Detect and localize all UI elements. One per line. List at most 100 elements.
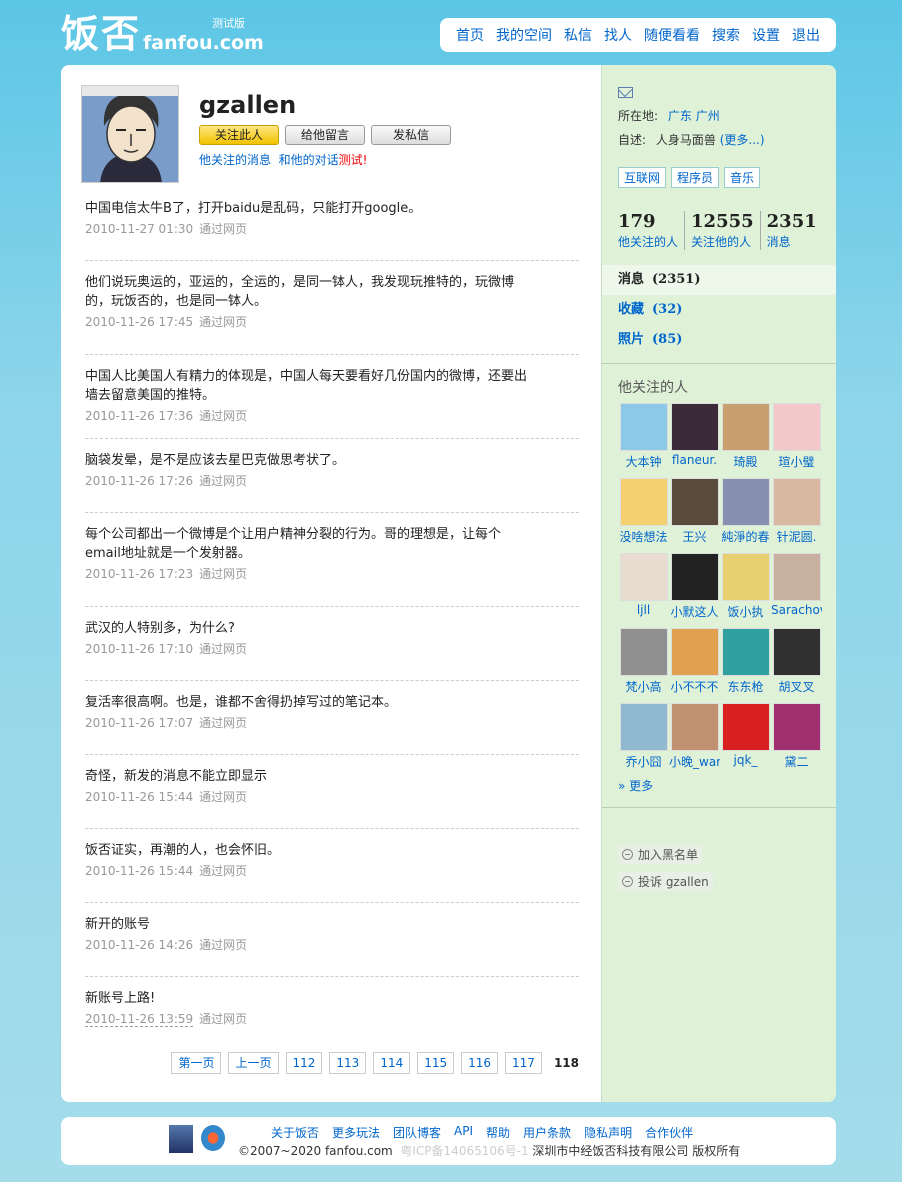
status-time[interactable]: 2010-11-26 15:44 [85,864,193,878]
following-item[interactable]: 乔小囧 [618,703,669,778]
following-avatar[interactable] [619,628,668,676]
following-avatar[interactable] [772,403,821,451]
following-avatar[interactable] [721,628,770,676]
bio-more-link[interactable]: (更多...) [720,133,765,147]
footer-link[interactable]: 更多玩法 [332,1124,380,1141]
pager-prev[interactable]: 上一页 [228,1052,279,1074]
stat-label[interactable]: 关注他的人 [691,233,754,250]
following-avatar[interactable] [670,553,719,601]
following-item[interactable]: 純淨的春 [720,478,771,553]
tag-item[interactable]: 程序员 [671,167,720,188]
status-time[interactable]: 2010-11-26 17:36 [85,409,193,423]
following-avatar[interactable] [670,403,719,451]
sidebar-menu-item[interactable]: 消息 (2351) [602,265,836,295]
following-name[interactable]: 瑄小璧 [771,453,822,470]
stat-item[interactable]: 2351 消息 [767,211,823,250]
nav-item-1[interactable]: 我的空间 [496,25,552,45]
following-item[interactable]: 小不不不 [669,628,720,703]
police-badge-icon[interactable] [169,1125,193,1153]
nav-item-2[interactable]: 私信 [564,25,592,45]
following-avatar[interactable] [721,703,770,751]
following-name[interactable]: 小晚_war [669,753,720,770]
following-item[interactable]: 胡叉叉 [771,628,822,703]
status-time[interactable]: 2010-11-26 17:23 [85,567,193,581]
following-name[interactable]: 东东枪 [720,678,771,695]
status-time[interactable]: 2010-11-26 17:10 [85,642,193,656]
following-item[interactable]: 东东枪 [720,628,771,703]
sidebar-action[interactable]: 加入黑名单 [618,845,703,864]
following-item[interactable]: 没啥想法 [618,478,669,553]
status-time[interactable]: 2010-11-27 01:30 [85,222,193,236]
following-item[interactable]: 琦殿 [720,403,771,478]
following-item[interactable]: 瑄小璧 [771,403,822,478]
following-item[interactable]: 饭小执 [720,553,771,628]
following-name[interactable]: 梵小高 [618,678,669,695]
following-avatar[interactable] [721,478,770,526]
following-item[interactable]: ljll [618,553,669,628]
sidebar-menu-item[interactable]: 收藏 (32) [602,295,836,325]
pager-page[interactable]: 113 [329,1052,367,1074]
icp-text[interactable]: 粤ICP备14065106号-1 [400,1144,528,1158]
nav-item-0[interactable]: 首页 [456,25,484,45]
following-avatar[interactable] [619,703,668,751]
following-name[interactable]: flaneur. [669,453,720,467]
pager-page[interactable]: 112 [285,1052,323,1074]
following-name[interactable]: 小不不不 [669,678,720,695]
following-name[interactable]: 琦殿 [720,453,771,470]
sidebar-action[interactable]: 投诉 gzallen [618,872,713,891]
location-link[interactable]: 广东 广州 [668,109,720,123]
following-avatar[interactable] [670,703,719,751]
leave-message-button[interactable]: 给他留言 [285,125,365,145]
following-name[interactable]: 乔小囧 [618,753,669,770]
following-name[interactable]: 针泥圆. [771,528,822,545]
status-time[interactable]: 2010-11-26 17:26 [85,474,193,488]
following-avatar[interactable] [772,478,821,526]
nav-item-5[interactable]: 搜索 [712,25,740,45]
following-item[interactable]: Sarachov [771,553,822,628]
footer-link[interactable]: 帮助 [486,1124,510,1141]
nav-item-6[interactable]: 设置 [752,25,780,45]
pager-page[interactable]: 116 [461,1052,499,1074]
following-name[interactable]: jqk_ [720,753,771,767]
stat-item[interactable]: 179 他关注的人 [618,211,686,250]
direct-message-button[interactable]: 发私信 [371,125,451,145]
tag-item[interactable]: 互联网 [618,167,667,188]
pager-page[interactable]: 117 [505,1052,542,1074]
following-avatar[interactable] [772,553,821,601]
following-avatar[interactable] [721,403,770,451]
nav-item-4[interactable]: 随便看看 [644,25,700,45]
following-name[interactable]: ljll [618,603,669,617]
stat-label[interactable]: 他关注的人 [618,233,678,250]
profile-avatar[interactable] [81,85,179,183]
pager-page[interactable]: 115 [417,1052,455,1074]
following-name[interactable]: Sarachov [771,603,822,617]
mail-icon[interactable] [618,87,633,98]
following-name[interactable]: 王兴 [669,528,720,545]
dialog-link[interactable]: 和他的对话 [279,153,339,167]
tag-item[interactable]: 音乐 [724,167,761,188]
footer-link[interactable]: 隐私声明 [584,1124,632,1141]
following-item[interactable]: 针泥圆. [771,478,822,553]
footer-link[interactable]: 团队博客 [393,1124,441,1141]
following-item[interactable]: 小默这人 [669,553,720,628]
sidebar-menu-item[interactable]: 照片 (85) [602,325,836,355]
following-avatar[interactable] [772,628,821,676]
following-item[interactable]: 梵小高 [618,628,669,703]
following-name[interactable]: 胡叉叉 [771,678,822,695]
footer-link[interactable]: 合作伙伴 [645,1124,693,1141]
nav-item-7[interactable]: 退出 [792,25,820,45]
following-name[interactable]: 大本钟 [618,453,669,470]
nav-item-3[interactable]: 找人 [604,25,632,45]
following-avatar[interactable] [721,553,770,601]
following-item[interactable]: 大本钟 [618,403,669,478]
his-follow-link[interactable]: 他关注的消息 [199,153,271,167]
footer-link[interactable]: 关于饭否 [271,1124,319,1141]
status-time[interactable]: 2010-11-26 17:45 [85,315,193,329]
following-avatar[interactable] [619,553,668,601]
following-item[interactable]: 王兴 [669,478,720,553]
following-avatar[interactable] [619,478,668,526]
following-item[interactable]: flaneur. [669,403,720,478]
pager-first[interactable]: 第一页 [171,1052,222,1074]
status-time[interactable]: 2010-11-26 15:44 [85,790,193,804]
following-name[interactable]: 小默这人 [669,603,720,620]
